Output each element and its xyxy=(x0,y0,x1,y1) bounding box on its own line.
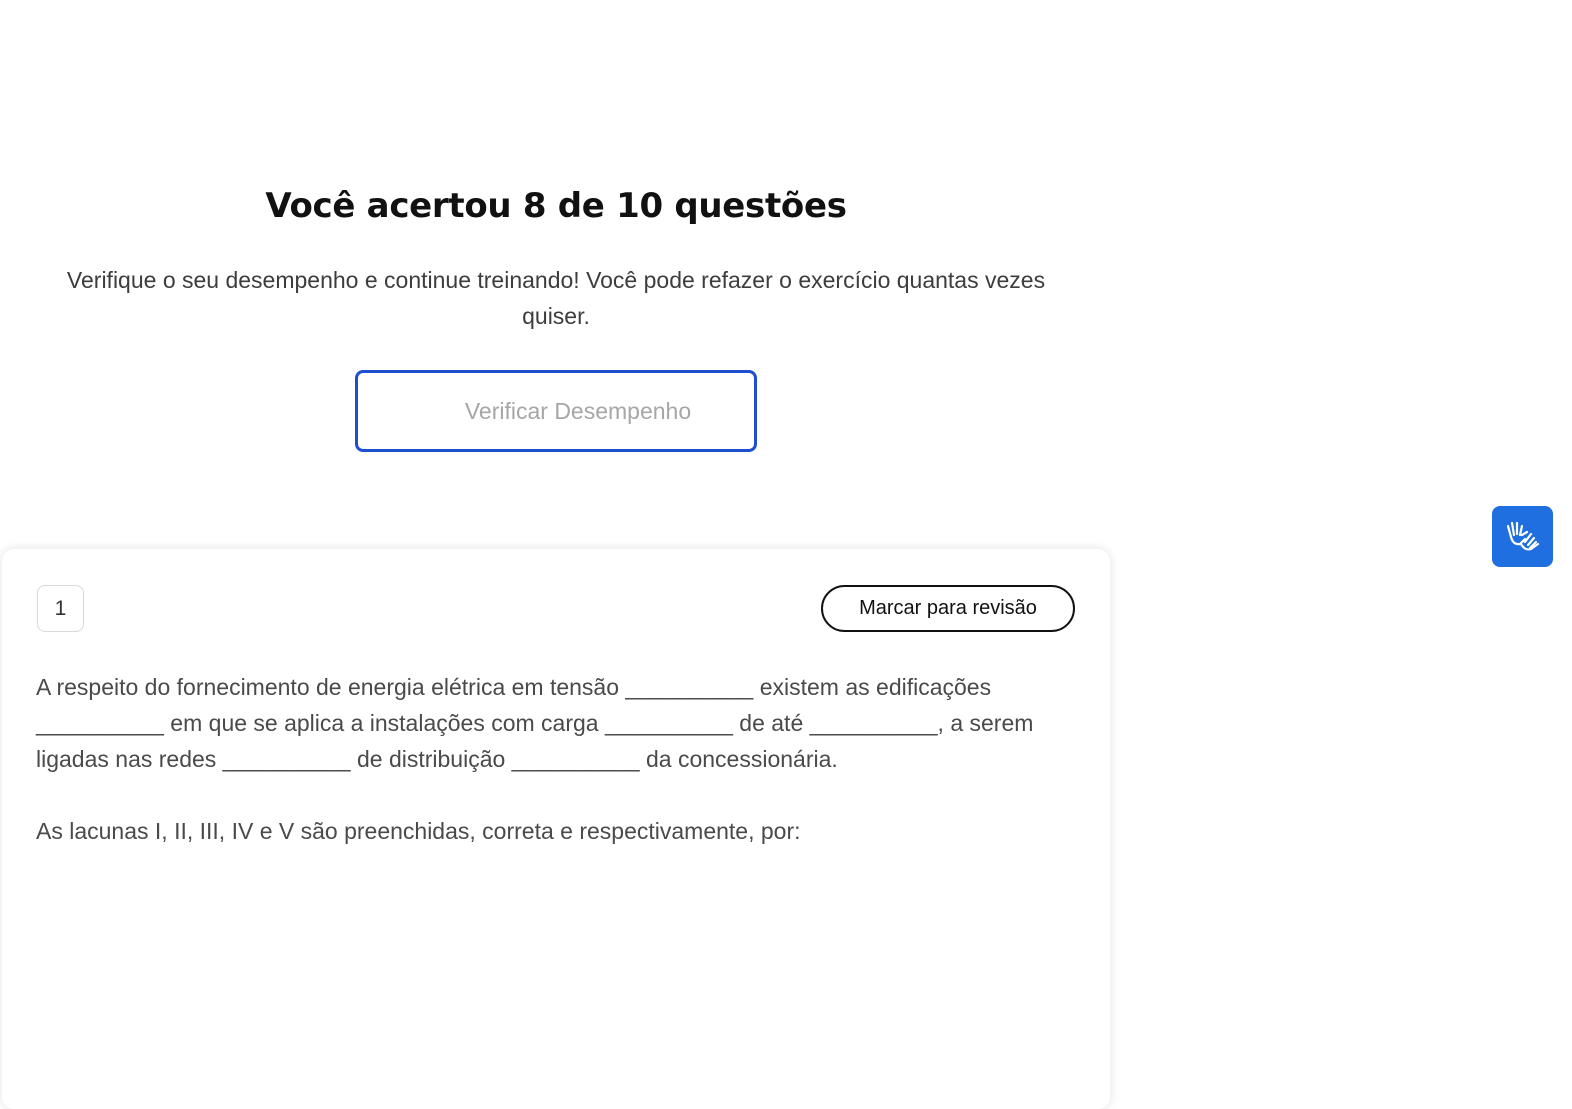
result-title: Você acertou 8 de 10 questões xyxy=(265,186,847,226)
question-card: 1 Marcar para revisão A respeito do forn… xyxy=(2,549,1110,1109)
verify-performance-label: Verificar Desempenho xyxy=(464,397,692,424)
verify-performance-button[interactable]: Verificar Desempenho xyxy=(355,370,757,452)
result-summary: Você acertou 8 de 10 questões Verifique … xyxy=(0,0,1112,540)
question-statement: A respeito do fornecimento de energia el… xyxy=(36,674,1034,772)
mark-for-review-button[interactable]: Marcar para revisão xyxy=(821,585,1075,632)
accessibility-sign-language-button[interactable] xyxy=(1492,506,1553,567)
question-number-badge: 1 xyxy=(37,585,84,632)
question-prompt: As lacunas I, II, III, IV e V são preenc… xyxy=(36,818,801,844)
sign-language-hands-icon xyxy=(1506,521,1539,551)
result-subtitle: Verifique o seu desempenho e continue tr… xyxy=(66,267,1046,329)
